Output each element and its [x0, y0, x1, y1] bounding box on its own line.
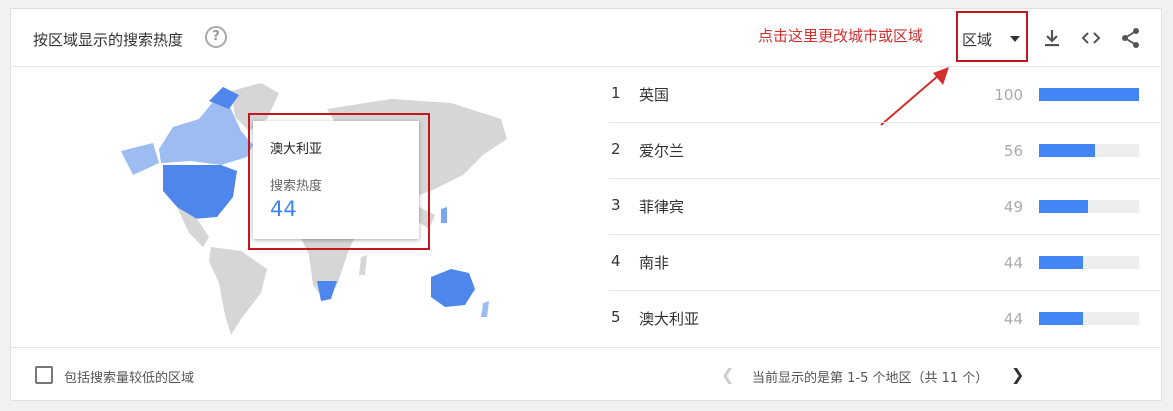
map-madagascar[interactable] — [359, 255, 367, 275]
low-volume-checkbox-label[interactable]: 包括搜索量较低的区域 — [64, 367, 194, 386]
ranking-bar — [1039, 144, 1139, 157]
chevron-left-icon[interactable]: ❮ — [721, 365, 734, 384]
ranking-region-name[interactable]: 南非 — [639, 252, 669, 273]
pagination-text: 当前显示的是第 1-5 个地区（共 11 个） — [752, 371, 989, 386]
ranking-row[interactable]: 2 爱尔兰 56 — [609, 122, 1162, 179]
ranking-rank: 3 — [611, 196, 621, 214]
map-south-africa[interactable] — [317, 281, 337, 301]
ranking-value: 44 — [1003, 310, 1023, 328]
ranking-value: 100 — [994, 86, 1023, 104]
embed-code-icon[interactable] — [1080, 27, 1102, 49]
map-alaska[interactable] — [121, 143, 159, 175]
ranking-value: 56 — [1003, 142, 1023, 160]
region-interest-card: 按区域显示的搜索热度 ? 点击这里更改城市或区域 区域 澳大利亚 搜索热度 44… — [10, 8, 1162, 401]
map-australia[interactable] — [431, 269, 475, 307]
ranking-rank: 1 — [611, 84, 621, 102]
region-select[interactable]: 区域 — [962, 29, 992, 50]
ranking-rank: 2 — [611, 140, 621, 158]
map-philippines[interactable] — [441, 207, 447, 223]
low-volume-checkbox[interactable] — [35, 366, 53, 384]
ranking-value: 44 — [1003, 254, 1023, 272]
ranking-rank: 5 — [611, 308, 621, 326]
annotation-text: 点击这里更改城市或区域 — [758, 27, 924, 45]
help-circle-icon[interactable]: ? — [205, 26, 227, 48]
card-header: 按区域显示的搜索热度 ? 点击这里更改城市或区域 区域 — [11, 9, 1161, 67]
share-icon[interactable] — [1120, 27, 1142, 49]
ranking-rank: 4 — [611, 252, 621, 270]
chevron-right-icon[interactable]: ❯ — [1011, 365, 1024, 384]
map-new-zealand[interactable] — [481, 301, 489, 317]
ranking-bar — [1039, 256, 1139, 269]
dropdown-caret-icon[interactable] — [1010, 36, 1020, 42]
ranking-bar — [1039, 200, 1139, 213]
map-usa[interactable] — [163, 165, 237, 219]
ranking-row[interactable]: 1 英国 100 — [609, 66, 1162, 123]
ranking-region-name[interactable]: 爱尔兰 — [639, 140, 684, 161]
ranking-row[interactable]: 5 澳大利亚 44 — [609, 290, 1162, 346]
ranking-bar — [1039, 88, 1139, 101]
ranking-value: 49 — [1003, 198, 1023, 216]
download-icon[interactable] — [1041, 27, 1063, 49]
tooltip-highlight — [248, 113, 430, 250]
ranking-region-name[interactable]: 澳大利亚 — [639, 308, 699, 329]
card-title: 按区域显示的搜索热度 — [33, 31, 184, 49]
ranking-bar — [1039, 312, 1139, 325]
ranking-row[interactable]: 4 南非 44 — [609, 234, 1162, 291]
ranking-row[interactable]: 3 菲律宾 49 — [609, 178, 1162, 235]
map-south-america[interactable] — [209, 247, 267, 335]
ranking-region-name[interactable]: 菲律宾 — [639, 196, 684, 217]
card-footer: 包括搜索量较低的区域 ❮ 当前显示的是第 1-5 个地区（共 11 个） ❯ — [11, 347, 1161, 400]
ranking-region-name[interactable]: 英国 — [639, 84, 669, 105]
